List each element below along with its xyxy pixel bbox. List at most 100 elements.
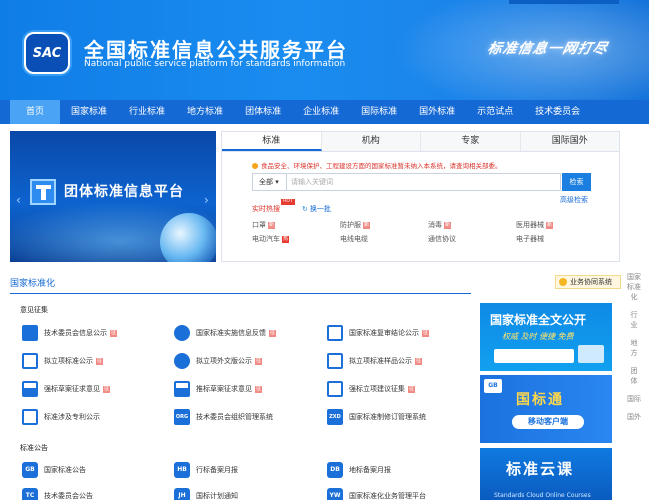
hot-keyword[interactable]: 防护服新: [340, 220, 371, 230]
side-link[interactable]: 行: [624, 310, 644, 320]
refresh-keywords-button[interactable]: ↻ 换一批: [302, 204, 331, 214]
list-item[interactable]: 强标草案征求意见征: [22, 381, 111, 397]
nav-national-standards[interactable]: 国家标准: [60, 100, 118, 124]
promo-device-graphic: [578, 345, 604, 363]
nav-industry-standards[interactable]: 行业标准: [118, 100, 176, 124]
tab-institutions[interactable]: 机构: [321, 132, 421, 151]
group-standards-banner[interactable]: 团体标准信息平台 ‹ ›: [10, 131, 216, 262]
item-label: 强标立项建议征集: [349, 385, 405, 393]
advanced-search-link[interactable]: 高级检索: [560, 195, 588, 205]
hot-keyword[interactable]: 口罩新: [252, 220, 276, 230]
org-icon: ORG: [174, 409, 190, 425]
side-link[interactable]: 地: [624, 338, 644, 348]
item-label: 技术委员会组织管理系统: [196, 413, 273, 421]
side-link[interactable]: 方: [624, 348, 644, 358]
list-item[interactable]: YW 国家标准化业务管理平台: [327, 488, 426, 500]
item-label: 拟立项标准公示: [44, 357, 93, 365]
tc-icon: TC: [22, 488, 38, 500]
keyword-badge: 新: [546, 222, 554, 229]
nav-local-standards[interactable]: 地方标准: [176, 100, 234, 124]
side-link[interactable]: 标准: [624, 282, 644, 292]
side-link[interactable]: 业: [624, 320, 644, 330]
promo-title: 国家标准全文公开: [490, 313, 587, 327]
keyword-text: 医用器械: [516, 221, 544, 229]
keyword-text: 消毒: [428, 221, 442, 229]
search-scope-select[interactable]: 全部 ▾: [252, 173, 287, 191]
item-label: 技术委员会公告: [44, 492, 93, 500]
side-link[interactable]: 国际: [624, 394, 644, 404]
globe-icon: [174, 353, 190, 369]
platform-icon: [30, 179, 56, 205]
item-label: 标准涉及专利公示: [44, 413, 100, 421]
hot-keyword[interactable]: 通信协议: [428, 234, 456, 244]
banner-next-arrow-icon[interactable]: ›: [204, 193, 209, 207]
keyword-text: 电动汽车: [252, 235, 280, 243]
list-item[interactable]: JH 国标计划通知: [174, 488, 238, 500]
list-item[interactable]: 拟立项标准样品公示征: [327, 353, 423, 369]
list-item[interactable]: HB 行标备案月报: [174, 462, 238, 478]
guobiaotong-app-promo[interactable]: GB 国标通 移动客户端: [480, 375, 612, 443]
keyword-text: 口罩: [252, 221, 266, 229]
side-link[interactable]: 化: [624, 292, 644, 302]
item-label: 国家标准制修订管理系统: [349, 413, 426, 421]
keyword-badge: 新: [363, 222, 371, 229]
download-icon: [174, 381, 190, 397]
gb-icon: GB: [22, 462, 38, 478]
list-item[interactable]: 国家标准复审结论公示征: [327, 325, 430, 341]
side-link[interactable]: 国家: [624, 272, 644, 282]
collab-system-button[interactable]: 业务协同系统: [555, 275, 621, 289]
side-link[interactable]: 体: [624, 376, 644, 386]
banner-title: 团体标准信息平台: [64, 184, 184, 200]
keyword-badge: 新: [268, 222, 276, 229]
side-link[interactable]: 团: [624, 366, 644, 376]
keyword-text: 防护服: [340, 221, 361, 229]
hot-keyword[interactable]: 电子器械: [516, 234, 544, 244]
list-item[interactable]: GB 国家标准公告: [22, 462, 86, 478]
list-item[interactable]: 国家标准实施信息反馈征: [174, 325, 277, 341]
standards-cloud-course-promo[interactable]: 标准云课 Standards Cloud Online Courses: [480, 448, 612, 500]
document-icon: [327, 353, 343, 369]
list-item[interactable]: ZXD 国家标准制修订管理系统: [327, 409, 426, 425]
hot-keyword[interactable]: 医用器械新: [516, 220, 554, 230]
nav-group-standards[interactable]: 团体标准: [234, 100, 292, 124]
list-item[interactable]: 拟立项外文版公示征: [174, 353, 263, 369]
side-link[interactable]: 国外: [624, 412, 644, 422]
list-item[interactable]: 推标草案征求意见征: [174, 381, 263, 397]
search-notice: 食品安全、环境保护、工程建设方面的国家标准暂未纳入本系统，请查询相关部委。: [252, 160, 502, 170]
search-button[interactable]: 检索: [562, 173, 591, 191]
promo-subtitle: Standards Cloud Online Courses: [494, 492, 591, 499]
hot-keyword[interactable]: 电动汽车热: [252, 234, 290, 244]
nav-pilot[interactable]: 示范试点: [466, 100, 524, 124]
list-item[interactable]: 标准涉及专利公示: [22, 409, 100, 425]
promo-subtitle: 权威 及时 便捷 免费: [502, 332, 574, 341]
list-item[interactable]: ORG 技术委员会组织管理系统: [174, 409, 273, 425]
list-item[interactable]: 技术委员会信息公示征: [22, 325, 118, 341]
nav-enterprise-standards[interactable]: 企业标准: [292, 100, 350, 124]
keyword-badge: 热: [282, 236, 290, 243]
item-label: 推标草案征求意见: [196, 385, 252, 393]
list-item[interactable]: DB 地标备案月报: [327, 462, 391, 478]
tab-standards[interactable]: 标准: [222, 132, 322, 151]
item-label: 强标草案征求意见: [44, 385, 100, 393]
nav-home[interactable]: 首页: [10, 100, 61, 124]
list-item[interactable]: 强标立项建议征集征: [327, 381, 416, 397]
full-text-public-promo[interactable]: 国家标准全文公开 权威 及时 便捷 免费: [480, 303, 612, 371]
sac-logo[interactable]: SAC: [24, 32, 70, 74]
nav-technical-committee[interactable]: 技术委员会: [524, 100, 591, 124]
list-item[interactable]: 拟立项标准公示征: [22, 353, 104, 369]
tab-international[interactable]: 国际国外: [520, 132, 619, 151]
item-label: 国家标准实施信息反馈: [196, 329, 266, 337]
nav-international-standards[interactable]: 国际标准: [350, 100, 408, 124]
search-input[interactable]: [287, 173, 561, 191]
item-label: 国家标准化业务管理平台: [349, 492, 426, 500]
list-item[interactable]: TC 技术委员会公告: [22, 488, 93, 500]
tab-experts[interactable]: 专家: [421, 132, 521, 151]
promo-title: 标准云课: [506, 460, 575, 478]
hot-keyword[interactable]: 电线电缆: [340, 234, 368, 244]
item-label: 拟立项外文版公示: [196, 357, 252, 365]
item-label: 国标计划通知: [196, 492, 238, 500]
banner-prev-arrow-icon[interactable]: ‹: [16, 193, 21, 207]
nav-foreign-standards[interactable]: 国外标准: [408, 100, 466, 124]
hot-keyword[interactable]: 消毒新: [428, 220, 452, 230]
item-mark: 征: [269, 329, 277, 337]
